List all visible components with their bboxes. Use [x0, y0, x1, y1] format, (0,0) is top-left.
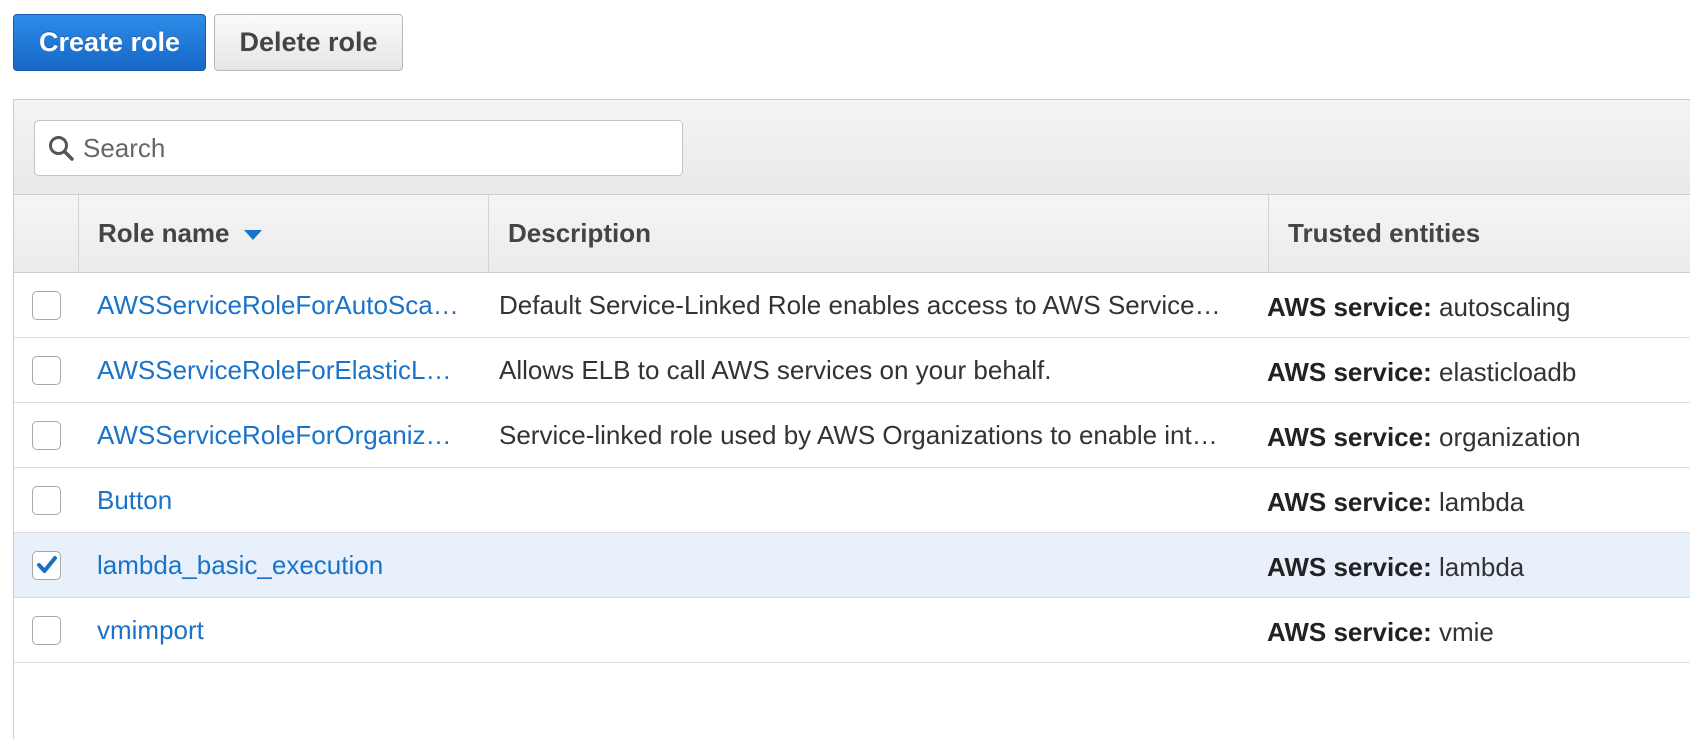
toolbar: Create role Delete role: [13, 14, 403, 71]
row-select-cell: [14, 533, 79, 597]
row-checkbox[interactable]: [32, 355, 61, 385]
checkmark-icon: [36, 556, 57, 573]
delete-role-button[interactable]: Delete role: [214, 14, 403, 71]
search-box[interactable]: [34, 120, 683, 176]
sort-down-icon[interactable]: [243, 230, 262, 240]
role-name-link[interactable]: lambda_basic_execution: [79, 550, 481, 581]
header-role-name-label: Role name: [98, 218, 230, 248]
row-select-cell: [14, 338, 79, 402]
trusted-entity-label: AWS service:: [1267, 421, 1432, 452]
trusted-entity: AWS service: autoscaling: [1245, 292, 1690, 323]
trusted-entity-value: vmie: [1438, 616, 1494, 647]
row-checkbox[interactable]: [32, 550, 61, 580]
table-row[interactable]: AWSServiceRoleForAutoSca… Default Servic…: [14, 273, 1690, 338]
trusted-entity-label: AWS service:: [1267, 291, 1432, 322]
search-bar: [14, 100, 1690, 195]
row-select-cell: [14, 598, 79, 662]
trusted-entity: AWS service: lambda: [1245, 487, 1690, 518]
header-select-column: [14, 195, 79, 272]
table-row[interactable]: AWSServiceRoleForElasticL… Allows ELB to…: [14, 338, 1690, 403]
row-checkbox[interactable]: [32, 420, 61, 450]
trusted-entity-value: lambda: [1438, 551, 1525, 582]
search-input[interactable]: [83, 121, 682, 175]
trusted-entity-value: organization: [1438, 421, 1581, 452]
table-row[interactable]: Button AWS service: lambda: [14, 468, 1690, 533]
header-description[interactable]: Description: [489, 195, 1269, 272]
search-icon: [49, 136, 74, 161]
role-name-link[interactable]: vmimport: [79, 615, 481, 646]
trusted-entity-label: AWS service:: [1267, 616, 1432, 647]
trusted-entity: AWS service: lambda: [1245, 552, 1690, 583]
header-trusted-entities[interactable]: Trusted entities: [1269, 195, 1690, 272]
roles-table-panel: Role name Description Trusted entities A…: [13, 99, 1690, 739]
role-name-link[interactable]: AWSServiceRoleForAutoSca…: [79, 290, 481, 321]
role-description: Default Service-Linked Role enables acce…: [499, 289, 1221, 320]
row-checkbox[interactable]: [32, 615, 61, 645]
row-select-cell: [14, 403, 79, 467]
trusted-entity: AWS service: organization: [1245, 422, 1690, 453]
role-name-link[interactable]: AWSServiceRoleForOrganiz…: [79, 420, 481, 451]
table-row[interactable]: lambda_basic_execution AWS service: lamb…: [14, 533, 1690, 598]
trusted-entity-label: AWS service:: [1267, 551, 1432, 582]
role-description: Allows ELB to call AWS services on your …: [499, 354, 1052, 385]
trusted-entity: AWS service: elasticloadb: [1245, 357, 1690, 388]
trusted-entity-label: AWS service:: [1267, 486, 1432, 517]
table-body: AWSServiceRoleForAutoSca… Default Servic…: [14, 273, 1690, 663]
role-description: Service-linked role used by AWS Organiza…: [499, 419, 1218, 450]
role-name-link[interactable]: Button: [79, 485, 481, 516]
trusted-entity-value: elasticloadb: [1438, 356, 1577, 387]
row-select-cell: [14, 468, 79, 532]
trusted-entity-label: AWS service:: [1267, 356, 1432, 387]
table-row[interactable]: AWSServiceRoleForOrganiz… Service-linked…: [14, 403, 1690, 468]
row-select-cell: [14, 273, 79, 337]
table-header: Role name Description Trusted entities: [14, 195, 1690, 273]
create-role-button[interactable]: Create role: [13, 14, 206, 71]
header-role-name[interactable]: Role name: [79, 195, 489, 272]
trusted-entity: AWS service: vmie: [1245, 617, 1690, 648]
row-checkbox[interactable]: [32, 290, 61, 320]
role-name-link[interactable]: AWSServiceRoleForElasticL…: [79, 355, 481, 386]
table-row[interactable]: vmimport AWS service: vmie: [14, 598, 1690, 663]
trusted-entity-value: autoscaling: [1438, 291, 1571, 322]
row-checkbox[interactable]: [32, 485, 61, 515]
trusted-entity-value: lambda: [1438, 486, 1525, 517]
